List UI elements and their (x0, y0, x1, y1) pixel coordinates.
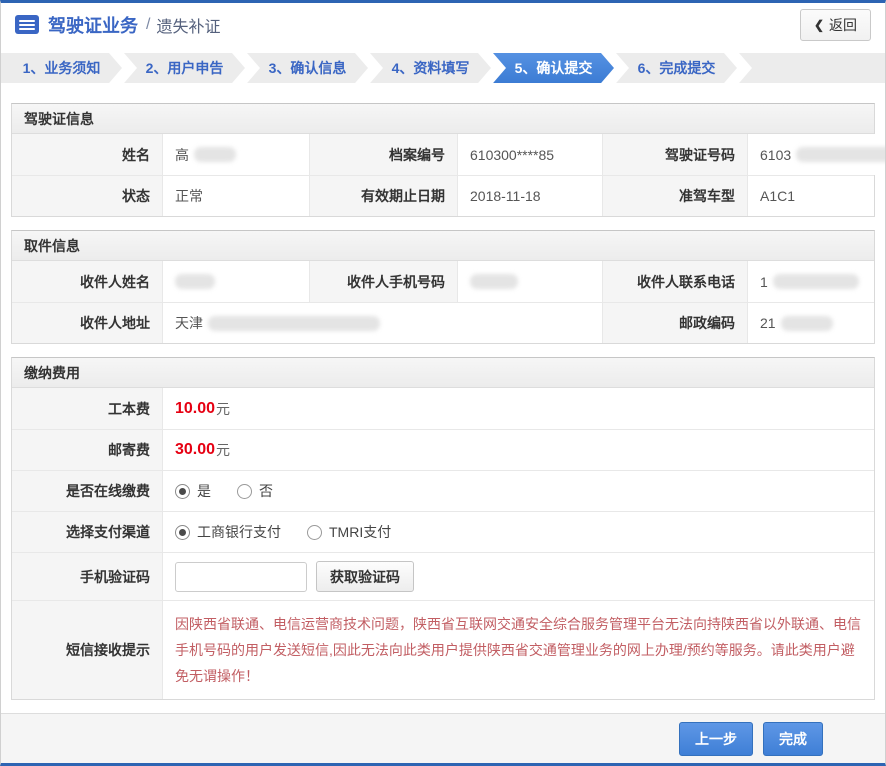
radio-online-no-label: 否 (259, 481, 273, 501)
step-4-fill-data: 4、资料填写 (370, 53, 491, 83)
expiry-value: 2018-11-18 (457, 176, 602, 216)
finish-button[interactable]: 完成 (763, 722, 823, 756)
online-payment-options: 是 否 (162, 471, 874, 511)
redacted-blur (796, 147, 886, 162)
production-fee-label: 工本费 (12, 388, 162, 429)
recipient-phone-label: 收件人联系电话 (602, 261, 747, 302)
postage-fee-row: 邮寄费 30.00 元 (12, 429, 874, 470)
step-1-business-notice: 1、业务须知 (1, 53, 122, 83)
fee-section: 缴纳费用 工本费 10.00 元 邮寄费 30.00 元 是否在线缴费 (11, 357, 875, 700)
sms-code-field: 获取验证码 (162, 553, 874, 600)
wizard-steps: 1、业务须知 2、用户申告 3、确认信息 4、资料填写 5、确认提交 6、完成提… (1, 53, 885, 83)
recipient-address-value: 天津 (162, 303, 602, 343)
sms-notice-row: 短信接收提示 因陕西省联通、电信运营商技术问题，陕西省互联网交通安全综合服务管理… (12, 600, 874, 699)
table-row: 收件人姓名 收件人手机号码 收件人联系电话 1 (12, 261, 874, 302)
redacted-blur (781, 316, 833, 331)
step-3-confirm-info: 3、确认信息 (247, 53, 368, 83)
license-no-label: 驾驶证号码 (602, 134, 747, 175)
get-sms-code-button[interactable]: 获取验证码 (316, 561, 414, 592)
license-info-title: 驾驶证信息 (12, 104, 874, 134)
license-no-value: 6103 (747, 134, 886, 175)
license-list-icon (15, 15, 39, 34)
table-row: 状态 正常 有效期止日期 2018-11-18 准驾车型 A1C1 (12, 175, 874, 216)
postage-fee-label: 邮寄费 (12, 430, 162, 470)
radio-online-no[interactable]: 否 (237, 481, 273, 501)
table-row: 姓名 高 档案编号 610300****85 驾驶证号码 6103 (12, 134, 874, 175)
recipient-name-label: 收件人姓名 (12, 261, 162, 302)
footer-action-bar: 上一步 完成 (1, 713, 885, 763)
pickup-info-section: 取件信息 收件人姓名 收件人手机号码 收件人联系电话 1 收件人地址 天津 邮政… (11, 230, 875, 344)
recipient-mobile-value (457, 261, 602, 302)
page-header: 驾驶证业务 / 遗失补证 ❮ 返回 (1, 3, 885, 47)
file-no-label: 档案编号 (309, 134, 457, 175)
step-5-confirm-submit: 5、确认提交 (493, 53, 614, 83)
radio-tmri-pay-label: TMRI支付 (329, 522, 391, 542)
pickup-info-title: 取件信息 (12, 231, 874, 261)
step-6-complete-submit: 6、完成提交 (616, 53, 737, 83)
step-2-user-declaration: 2、用户申告 (124, 53, 245, 83)
postcode-value: 21 (747, 303, 874, 343)
vehicle-class-label: 准驾车型 (602, 176, 747, 216)
recipient-mobile-label: 收件人手机号码 (309, 261, 457, 302)
back-button-label: 返回 (829, 15, 857, 35)
radio-tmri-pay[interactable]: TMRI支付 (307, 522, 391, 542)
payment-channel-options: 工商银行支付 TMRI支付 (162, 512, 874, 552)
fee-section-title: 缴纳费用 (12, 358, 874, 388)
radio-icon (175, 525, 190, 540)
name-value: 高 (162, 134, 309, 175)
sms-notice-text: 因陕西省联通、电信运营商技术问题，陕西省互联网交通安全综合服务管理平台无法向持陕… (162, 601, 874, 699)
radio-icon (237, 484, 252, 499)
recipient-address-label: 收件人地址 (12, 303, 162, 343)
postage-fee-unit: 元 (216, 440, 230, 460)
redacted-blur (208, 316, 380, 331)
production-fee-row: 工本费 10.00 元 (12, 388, 874, 429)
radio-online-yes-label: 是 (197, 481, 211, 501)
sms-notice-label: 短信接收提示 (12, 601, 162, 699)
step-bar-filler (739, 53, 885, 83)
radio-icbc-pay[interactable]: 工商银行支付 (175, 522, 281, 542)
redacted-blur (175, 274, 215, 289)
radio-icon (307, 525, 322, 540)
redacted-blur (194, 147, 236, 162)
breadcrumb-separator: / (146, 16, 150, 34)
postage-fee-amount: 30.00 (175, 441, 215, 459)
online-payment-row: 是否在线缴费 是 否 (12, 470, 874, 511)
radio-icbc-pay-label: 工商银行支付 (197, 522, 281, 542)
radio-icon (175, 484, 190, 499)
table-row: 收件人地址 天津 邮政编码 21 (12, 302, 874, 343)
redacted-blur (773, 274, 859, 289)
page-title: 驾驶证业务 (48, 12, 138, 38)
postcode-label: 邮政编码 (602, 303, 747, 343)
breadcrumb-current: 遗失补证 (156, 13, 220, 37)
sms-code-label: 手机验证码 (12, 553, 162, 600)
payment-channel-row: 选择支付渠道 工商银行支付 TMRI支付 (12, 511, 874, 552)
status-label: 状态 (12, 176, 162, 216)
production-fee-unit: 元 (216, 399, 230, 419)
online-payment-label: 是否在线缴费 (12, 471, 162, 511)
expiry-label: 有效期止日期 (309, 176, 457, 216)
previous-step-button[interactable]: 上一步 (679, 722, 753, 756)
production-fee-amount: 10.00 (175, 400, 215, 418)
sms-code-row: 手机验证码 获取验证码 (12, 552, 874, 600)
license-info-section: 驾驶证信息 姓名 高 档案编号 610300****85 驾驶证号码 6103 … (11, 103, 875, 217)
back-button[interactable]: ❮ 返回 (800, 9, 871, 41)
name-label: 姓名 (12, 134, 162, 175)
redacted-blur (470, 274, 518, 289)
status-value: 正常 (162, 176, 309, 216)
recipient-phone-value: 1 (747, 261, 874, 302)
license-service-page: 驾驶证业务 / 遗失补证 ❮ 返回 1、业务须知 2、用户申告 3、确认信息 4… (0, 0, 886, 766)
vehicle-class-value: A1C1 (747, 176, 874, 216)
recipient-name-value (162, 261, 309, 302)
file-no-value: 610300****85 (457, 134, 602, 175)
payment-channel-label: 选择支付渠道 (12, 512, 162, 552)
postage-fee-value: 30.00 元 (162, 430, 874, 470)
sms-code-input[interactable] (175, 562, 307, 592)
radio-online-yes[interactable]: 是 (175, 481, 211, 501)
production-fee-value: 10.00 元 (162, 388, 874, 429)
main-content: 驾驶证信息 姓名 高 档案编号 610300****85 驾驶证号码 6103 … (1, 83, 885, 713)
chevron-left-icon: ❮ (814, 18, 824, 32)
